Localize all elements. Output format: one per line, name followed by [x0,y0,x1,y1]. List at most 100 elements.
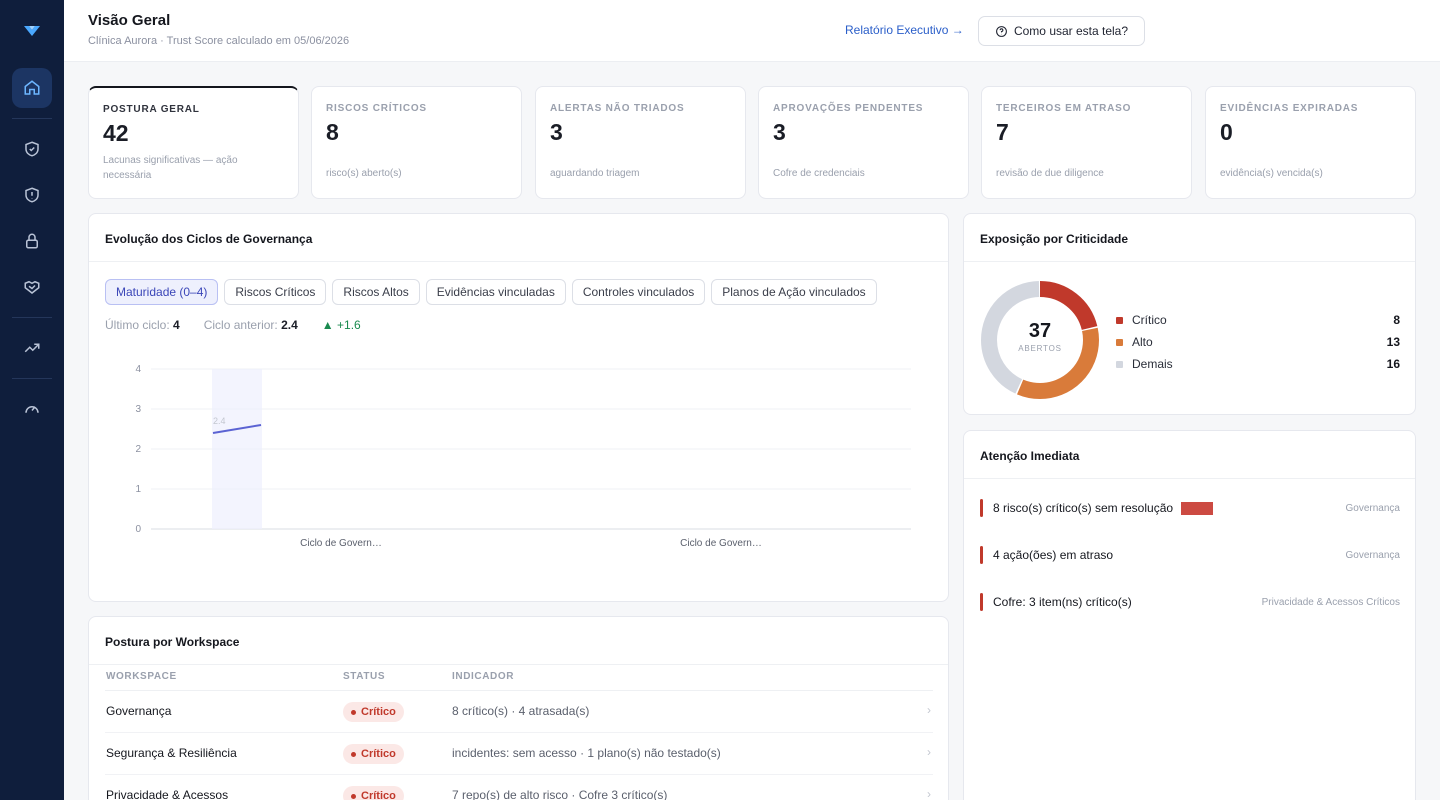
donut-center: 37 ABERTOS [980,280,1100,400]
nav-privacy[interactable] [12,221,52,261]
kpi-card-expired-evidence[interactable]: EVIDÊNCIAS EXPIRADAS 0 evidência(s) venc… [1205,86,1416,199]
kpi-label: APROVAÇÕES PENDENTES [773,103,924,114]
chevron-right-icon: › [927,703,931,717]
status-dot [351,793,356,799]
attention-item[interactable]: 4 ação(ões) em atraso Governança [980,545,1400,565]
top-header: Visão Geral Clínica Aurora · Trust Score… [64,0,1440,62]
column-header-workspace: WORKSPACE [106,671,177,682]
kpi-note: aguardando triagem [550,168,640,179]
up-arrow-icon: ▲ [321,318,334,332]
kpi-card-overall-posture[interactable]: POSTURA GERAL 42 Lacunas significativas … [88,86,299,199]
legend-name: Demais [1132,357,1173,371]
kpi-value: 7 [996,119,1009,145]
legend-swatch [1116,360,1123,368]
kpi-note: evidência(s) vencida(s) [1220,168,1323,179]
tab-linked-action-plans[interactable]: Planos de Ação vinculados [711,279,877,305]
panel-title: Evolução dos Ciclos de Governança [89,214,948,262]
kpi-note: risco(s) aberto(s) [326,168,402,179]
tab-linked-controls[interactable]: Controles vinculados [571,279,706,305]
workspace-indicator: 8 crítico(s) · 4 atrasada(s) [452,704,590,718]
attention-item[interactable]: 8 risco(s) crítico(s) sem resolução Gove… [980,498,1400,518]
handshake-icon [24,280,40,294]
table-row[interactable]: Governança Crítico 8 crítico(s) · 4 atra… [105,691,933,733]
status-label: Crítico [361,748,396,760]
kpi-value: 42 [103,120,129,146]
workspace-indicator: 7 repo(s) de alto risco · Cofre 3 crític… [452,788,668,800]
tab-maturity[interactable]: Maturidade (0–4) [105,279,219,305]
data-label: 2.4 [213,416,226,426]
page-subtitle: Clínica Aurora · Trust Score calculado e… [88,35,350,47]
table-row[interactable]: Segurança & Resiliência Crítico incident… [105,733,933,775]
severity-block [1181,501,1214,515]
previous-cycle-label: Ciclo anterior: [203,318,278,332]
panel-title: Postura por Workspace [89,617,948,665]
tab-critical-risks[interactable]: Riscos Críticos [224,279,327,305]
nav-trends[interactable] [12,328,52,368]
column-header-indicator: INDICADOR [452,671,515,682]
kpi-label: POSTURA GERAL [103,104,200,115]
last-cycle: Último ciclo: 4 [105,318,180,332]
exposure-panel: Exposição por Criticidade 37 ABERTOS Crí… [963,213,1416,415]
kpi-value: 3 [550,119,563,145]
attention-text: Cofre: 3 item(ns) crítico(s) [993,595,1132,609]
attention-text: 4 ação(ões) em atraso [993,548,1114,562]
kpi-card-critical-risks[interactable]: RISCOS CRÍTICOS 8 risco(s) aberto(s) [311,86,522,199]
cycle-delta: ▲ +1.6 [322,318,361,332]
status-dot [351,709,356,715]
panel-title: Exposição por Criticidade [964,214,1415,262]
cycle-summary: Último ciclo: 4 Ciclo anterior: 2.4 ▲ +1… [105,318,361,332]
legend-value: 16 [1386,357,1400,371]
legend-item-high: Alto 13 [1116,331,1400,353]
nav-home[interactable] [12,68,52,108]
kpi-value: 8 [326,119,339,145]
logo-icon[interactable] [21,20,43,42]
status-badge: Crítico [343,786,404,800]
workspace-name: Segurança & Resiliência [106,746,237,760]
tab-linked-evidence[interactable]: Evidências vinculadas [425,279,566,305]
last-cycle-label: Último ciclo: [105,318,170,332]
maturity-line-chart: 0 1 2 3 4 Ciclo de Govern… Ciclo de Govern… 2.4 [135,364,911,549]
status-label: Crítico [361,790,396,800]
help-button[interactable]: Como usar esta tela? [978,16,1145,46]
home-icon [24,80,40,95]
donut-total-label: ABERTOS [1018,344,1062,353]
x-tick-label: Ciclo de Govern… [680,538,762,549]
donut-total: 37 [1028,320,1052,342]
y-tick-label: 2 [135,444,141,455]
previous-cycle: Ciclo anterior: 2.4 [204,318,298,332]
nav-security[interactable] [12,175,52,215]
legend-name: Alto [1132,335,1153,349]
workspace-indicator: incidentes: sem acesso · 1 plano(s) não … [452,746,721,760]
kpi-card-untriaged-alerts[interactable]: ALERTAS NÃO TRIADOS 3 aguardando triagem [535,86,746,199]
lock-icon [26,233,38,249]
hover-band [212,369,262,529]
kpi-value: 0 [1220,119,1233,145]
kpi-note: Lacunas significativas — ação necessária [103,155,238,181]
nav-third-parties[interactable] [12,267,52,307]
table-header: WORKSPACE STATUS INDICADOR [105,669,933,691]
governance-evolution-panel: Evolução dos Ciclos de Governança Maturi… [88,213,949,602]
table-row[interactable]: Privacidade & Acessos Crítico 7 repo(s) … [105,775,933,800]
page-title: Visão Geral [88,12,171,29]
panel-title: Atenção Imediata [964,431,1415,479]
exposure-legend: Crítico 8 Alto 13 Demais 16 [1116,309,1400,375]
chevron-right-icon: › [927,745,931,759]
kpi-card-pending-approvals[interactable]: APROVAÇÕES PENDENTES 3 Cofre de credenci… [758,86,969,199]
kpi-card-overdue-third-parties[interactable]: TERCEIROS EM ATRASO 7 revisão de due dil… [981,86,1192,199]
cycle-delta-value: +1.6 [337,318,361,332]
nav-gauge[interactable] [12,389,52,429]
kpi-label: RISCOS CRÍTICOS [326,103,427,114]
previous-cycle-value: 2.4 [281,318,298,332]
nav-governance[interactable] [12,129,52,169]
executive-report-link[interactable]: Relatório Executivo → [845,23,964,37]
status-dot [351,751,356,757]
chevron-right-icon: › [927,787,931,800]
sidebar [0,0,64,800]
kpi-label: ALERTAS NÃO TRIADOS [550,103,685,114]
tab-high-risks[interactable]: Riscos Altos [332,279,420,305]
legend-item-critical: Crítico 8 [1116,309,1400,331]
last-cycle-value: 4 [173,318,180,332]
attention-item[interactable]: Cofre: 3 item(ns) crítico(s) Privacidade… [980,592,1400,612]
nav-separator [12,378,52,379]
kpi-value: 3 [773,119,786,145]
